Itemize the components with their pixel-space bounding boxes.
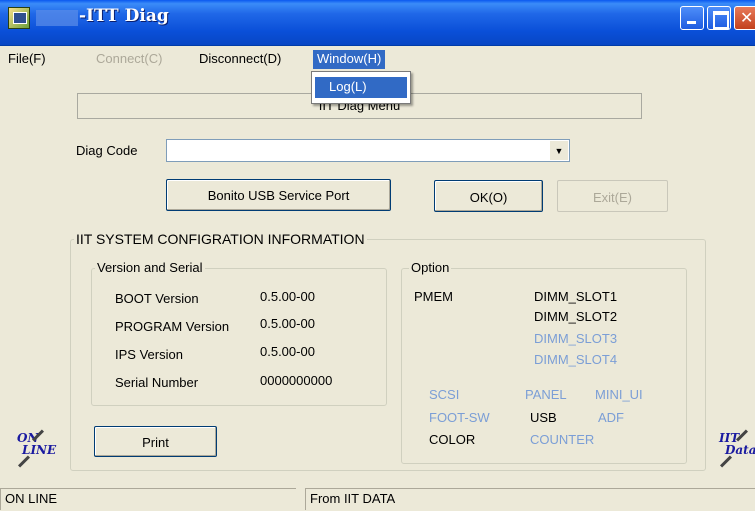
program-version-value: 0.5.00-00 xyxy=(260,316,315,331)
status-source: From IIT DATA xyxy=(305,488,755,510)
exit-button[interactable]: Exit(E) xyxy=(557,180,668,212)
ok-button[interactable]: OK(O) xyxy=(434,180,543,212)
dimm-slot1-label: DIMM_SLOT1 xyxy=(534,289,618,304)
serial-number-label: Serial Number xyxy=(115,375,199,390)
bonito-usb-service-port-button[interactable]: Bonito USB Service Port xyxy=(166,179,391,211)
window-title: -ITT Diag xyxy=(79,6,169,26)
status-bar: ON LINE From IIT DATA xyxy=(0,485,755,511)
diag-code-label: Diag Code xyxy=(76,143,138,158)
pmem-label: PMEM xyxy=(414,289,453,304)
main-window: -ITT Diag File(F) Connect(C) Disconnect(… xyxy=(0,0,755,511)
diag-code-combobox[interactable]: ▼ xyxy=(166,139,570,162)
menu-bar: File(F) Connect(C) Disconnect(D) Window(… xyxy=(0,47,755,71)
option-mini-ui: MINI_UI xyxy=(595,387,643,402)
dimm-slot4-label: DIMM_SLOT4 xyxy=(534,352,618,367)
dropdown-arrow-icon[interactable]: ▼ xyxy=(550,141,568,160)
boot-version-label: BOOT Version xyxy=(115,291,199,306)
title-bar[interactable]: -ITT Diag xyxy=(0,0,755,46)
menu-file[interactable]: File(F) xyxy=(4,50,50,69)
system-config-title: IIT SYSTEM CONFIGRATION INFORMATION xyxy=(74,231,367,247)
program-version-label: PROGRAM Version xyxy=(115,319,230,334)
online-logo-line2: LINE xyxy=(22,443,57,457)
iit-data-logo-icon: IIT Data xyxy=(719,429,755,472)
serial-number-value: 0000000000 xyxy=(260,373,333,388)
option-title: Option xyxy=(409,260,452,275)
option-foot-sw: FOOT-SW xyxy=(429,410,490,425)
title-prefix-redacted xyxy=(36,10,78,26)
dimm-slot3-label: DIMM_SLOT3 xyxy=(534,331,618,346)
status-connection: ON LINE xyxy=(0,488,296,510)
menu-window[interactable]: Window(H) xyxy=(313,50,386,69)
version-serial-group: Version and Serial BOOT Version 0.5.00-0… xyxy=(91,260,387,406)
menu-log-item[interactable]: Log(L) xyxy=(315,77,407,98)
menu-connect[interactable]: Connect(C) xyxy=(92,50,166,69)
option-color: COLOR xyxy=(429,432,476,447)
option-usb: USB xyxy=(530,410,557,425)
maximize-button[interactable] xyxy=(707,6,731,30)
option-adf: ADF xyxy=(598,410,624,425)
option-scsi: SCSI xyxy=(429,387,460,402)
menu-disconnect[interactable]: Disconnect(D) xyxy=(195,50,285,69)
online-logo-icon: ON LINE xyxy=(17,429,57,472)
boot-version-value: 0.5.00-00 xyxy=(260,289,315,304)
option-counter: COUNTER xyxy=(530,432,595,447)
ips-version-value: 0.5.00-00 xyxy=(260,344,315,359)
dimm-slot2-label: DIMM_SLOT2 xyxy=(534,309,618,324)
ips-version-label: IPS Version xyxy=(115,347,183,362)
minimize-button[interactable] xyxy=(680,6,704,30)
option-panel: PANEL xyxy=(525,387,567,402)
print-button[interactable]: Print xyxy=(94,426,217,457)
window-menu-dropdown: Log(L) xyxy=(311,71,411,104)
option-group: Option PMEM DIMM_SLOT1 DIMM_SLOT2 DIMM_S… xyxy=(401,260,687,464)
close-button[interactable] xyxy=(734,6,755,30)
app-icon[interactable] xyxy=(8,7,30,29)
version-serial-title: Version and Serial xyxy=(95,260,205,275)
